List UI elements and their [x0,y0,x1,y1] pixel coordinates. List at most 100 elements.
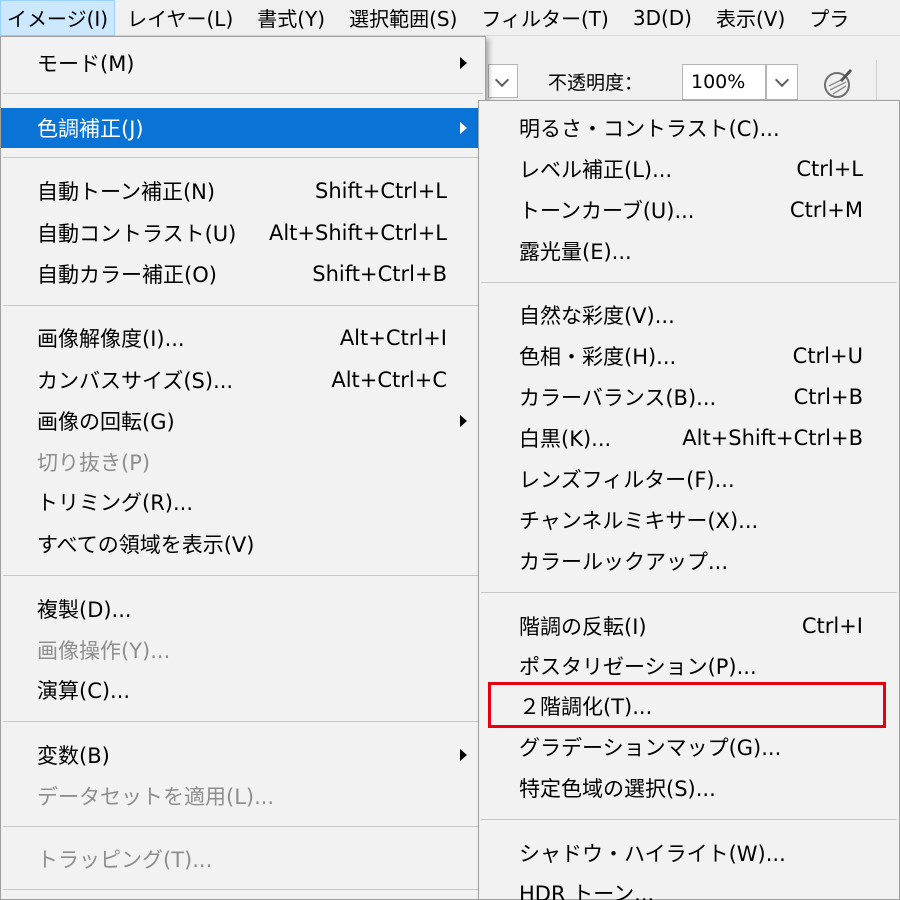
menu-separator [3,826,483,827]
menu-item-label: 複製(D)... [37,598,132,622]
menu-item-brightness-contrast[interactable]: 明るさ・コントラスト(C)... [479,108,899,148]
menu-item-shadows-highlights[interactable]: シャドウ・ハイライト(W)... [479,833,899,873]
image-menu: モード(M) 色調補正(J) 自動トーン補正(N) Shift+Ctrl+L 自… [0,36,486,900]
submenu-arrow-icon [460,749,467,761]
menu-item-curves[interactable]: トーンカーブ(U)... Ctrl+M [479,190,899,230]
menu-item-label: 色調補正(J) [37,117,144,141]
menu-item-photo-filter[interactable]: レンズフィルター(F)... [479,459,899,499]
menu-item-label: HDR トーン... [519,882,655,900]
opacity-dropdown-button[interactable] [766,64,798,100]
shortcut-label: Ctrl+I [801,614,863,638]
menu-separator [3,575,483,576]
menubar-image[interactable]: イメージ(I) [0,0,116,36]
menu-item-label: トーンカーブ(U)... [519,199,695,223]
menu-item-channel-mixer[interactable]: チャンネルミキサー(X)... [479,500,899,540]
chevron-down-icon [774,72,790,88]
menu-item-label: 演算(C)... [37,679,131,703]
shortcut-label: Alt+Ctrl+I [339,326,447,350]
opacity-input[interactable]: 100% [682,64,766,100]
menu-item-hue-saturation[interactable]: 色相・彩度(H)... Ctrl+U [479,336,899,376]
menu-item-label: レンズフィルター(F)... [519,468,735,492]
menubar-3d[interactable]: 3D(D) [621,0,704,36]
menu-separator [3,305,483,306]
menu-separator [481,282,897,283]
menubar-plugins[interactable]: プラ [797,0,861,36]
menu-item-label: グラデーションマップ(G)... [519,736,782,760]
menu-item-label: 階調の反転(I) [519,615,647,639]
toolbar-divider [876,60,877,100]
submenu-arrow-icon [460,122,467,134]
menu-item-label: カンバスサイズ(S)... [37,369,234,393]
opacity-label: 不透明度： [548,72,644,94]
shortcut-label: Ctrl+B [793,385,863,409]
menubar-layer[interactable]: レイヤー(L) [115,0,245,36]
shortcut-label: Alt+Shift+Ctrl+B [682,426,863,450]
menu-item-apply-image: 画像操作(Y)... [1,630,485,670]
menu-item-auto-contrast[interactable]: 自動コントラスト(U) Alt+Shift+Ctrl+L [1,213,485,253]
menu-item-label: 自動カラー補正(O) [37,263,217,287]
menu-separator [3,157,483,158]
menubar-view[interactable]: 表示(V) [704,0,797,36]
menu-item-gradient-map[interactable]: グラデーションマップ(G)... [479,727,899,767]
highlight-callout-box [488,682,886,728]
menu-item-levels[interactable]: レベル補正(L)... Ctrl+L [479,149,899,189]
menu-item-posterize[interactable]: ポスタリゼーション(P)... [479,646,899,686]
menu-item-invert[interactable]: 階調の反転(I) Ctrl+I [479,606,899,646]
menu-item-crop: 切り抜き(P) [1,442,485,482]
menu-item-label: 白黒(K)... [519,427,612,451]
menu-item-label: すべての領域を表示(V) [37,533,255,557]
menu-item-label: 画像の回転(G) [37,410,175,434]
shortcut-label: Shift+Ctrl+B [312,262,447,286]
menu-item-color-lookup[interactable]: カラールックアップ... [479,541,899,581]
menu-item-reveal-all[interactable]: すべての領域を表示(V) [1,524,485,564]
menu-item-label: 画像操作(Y)... [37,639,171,663]
menu-item-label: 画像解像度(I)... [37,327,185,351]
menu-separator [481,819,897,820]
menu-item-label: 切り抜き(P) [37,451,151,475]
mode-dropdown[interactable] [488,64,518,98]
menu-item-image-size[interactable]: 画像解像度(I)... Alt+Ctrl+I [1,318,485,358]
shortcut-label: Alt+Shift+Ctrl+L [268,221,447,245]
menubar-type[interactable]: 書式(Y) [245,0,337,36]
menu-item-exposure[interactable]: 露光量(E)... [479,231,899,271]
menu-item-canvas-size[interactable]: カンバスサイズ(S)... Alt+Ctrl+C [1,360,485,400]
menu-item-label: モード(M) [37,52,135,76]
menu-item-duplicate[interactable]: 複製(D)... [1,589,485,629]
menubar-select[interactable]: 選択範囲(S) [337,0,469,36]
menu-separator [3,721,483,722]
menu-item-auto-color[interactable]: 自動カラー補正(O) Shift+Ctrl+B [1,254,485,294]
menu-item-label: 明るさ・コントラスト(C)... [519,117,780,141]
shortcut-label: Ctrl+U [792,344,863,368]
submenu-arrow-icon [460,57,467,69]
adjustments-submenu: 明るさ・コントラスト(C)... レベル補正(L)... Ctrl+L トーンカ… [478,100,900,900]
shortcut-label: Ctrl+L [796,157,863,181]
menu-item-label: 自動トーン補正(N) [37,180,216,204]
menu-item-adjustments[interactable]: 色調補正(J) [1,108,485,148]
menu-item-image-rotation[interactable]: 画像の回転(G) [1,401,485,441]
menu-item-label: カラーバランス(B)... [519,386,717,410]
menu-item-label: 自然な彩度(V)... [519,304,675,328]
menu-separator [3,889,483,890]
menu-item-vibrance[interactable]: 自然な彩度(V)... [479,295,899,335]
airbrush-icon[interactable] [820,66,854,100]
menubar-filter[interactable]: フィルター(T) [469,0,620,36]
menu-item-hdr-toning[interactable]: HDR トーン... [479,873,899,900]
menu-item-mode[interactable]: モード(M) [1,43,485,83]
menu-item-selective-color[interactable]: 特定色域の選択(S)... [479,768,899,808]
menu-item-label: チャンネルミキサー(X)... [519,509,759,533]
menu-item-auto-tone[interactable]: 自動トーン補正(N) Shift+Ctrl+L [1,171,485,211]
menu-item-label: 自動コントラスト(U) [37,222,237,246]
menu-item-label: 色相・彩度(H)... [519,345,677,369]
menu-item-label: カラールックアップ... [519,550,729,574]
menu-item-label: ポスタリゼーション(P)... [519,655,757,679]
menu-item-color-balance[interactable]: カラーバランス(B)... Ctrl+B [479,377,899,417]
menu-item-trim[interactable]: トリミング(R)... [1,482,485,522]
menu-item-variables[interactable]: 変数(B) [1,735,485,775]
menu-item-black-white[interactable]: 白黒(K)... Alt+Shift+Ctrl+B [479,418,899,458]
chevron-down-icon [494,72,510,88]
menubar: イメージ(I) レイヤー(L) 書式(Y) 選択範囲(S) フィルター(T) 3… [0,0,900,36]
menu-item-label: データセットを適用(L)... [37,785,275,809]
menu-item-label: トラッピング(T)... [37,848,213,872]
menu-item-calculations[interactable]: 演算(C)... [1,670,485,710]
menu-item-label: トリミング(R)... [37,491,194,515]
